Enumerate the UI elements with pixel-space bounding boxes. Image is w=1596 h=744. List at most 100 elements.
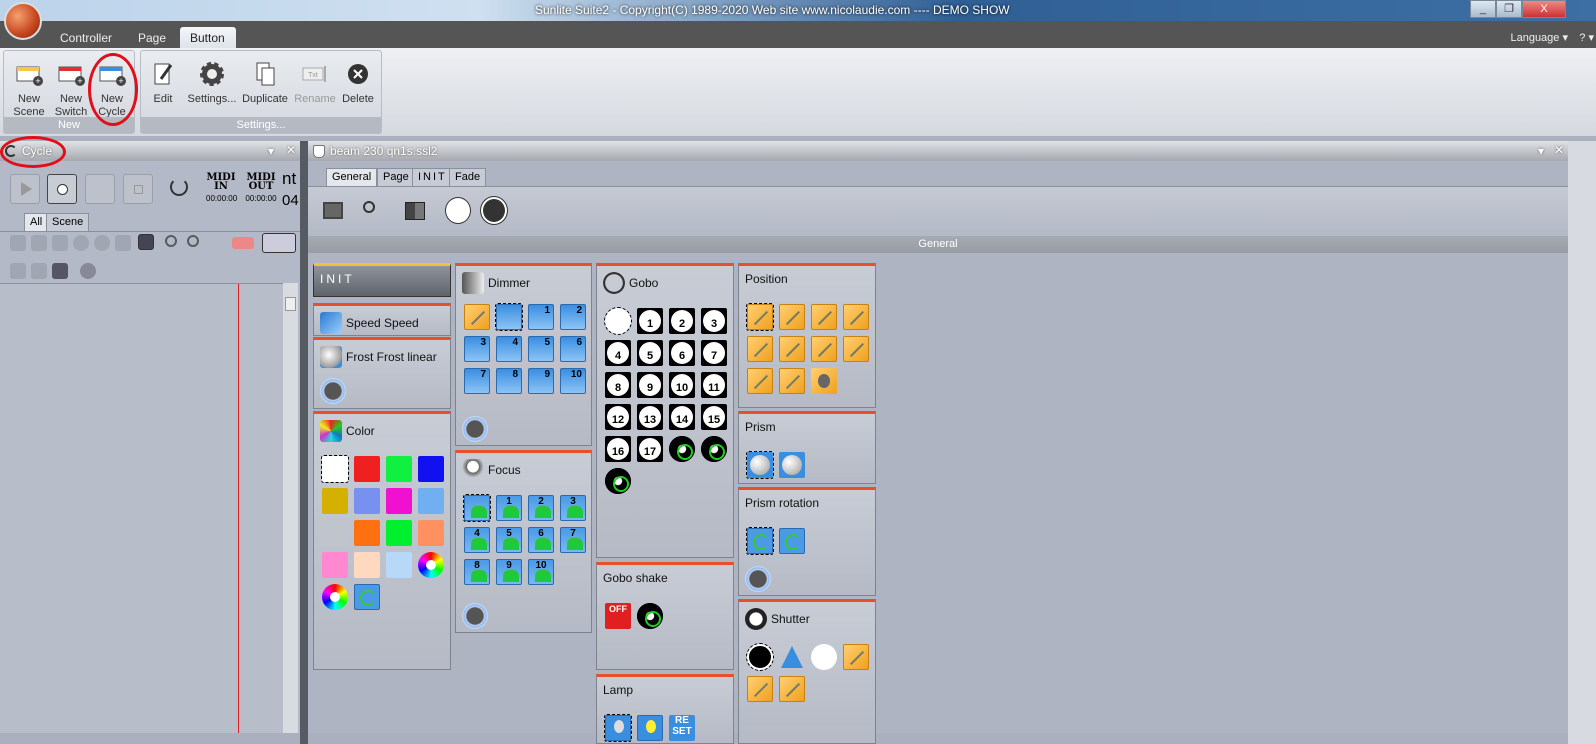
fade-knob[interactable] — [320, 378, 346, 404]
focus-preset-button[interactable]: 8 — [464, 559, 490, 585]
move-left-icon[interactable] — [10, 263, 26, 279]
language-menu[interactable]: Language ▾ — [1510, 31, 1568, 44]
gobo-preset-button[interactable]: 3 — [701, 308, 727, 334]
close-button[interactable]: X — [1522, 0, 1566, 18]
app-logo-button[interactable] — [4, 2, 42, 40]
position-preset-button[interactable] — [746, 303, 774, 331]
gobo-preset-button[interactable]: 1 — [637, 308, 663, 334]
paste-icon[interactable] — [31, 235, 47, 251]
restore-button[interactable]: ❐ — [1496, 0, 1522, 18]
color-preset-button[interactable] — [418, 520, 444, 546]
insert-icon[interactable] — [52, 263, 68, 279]
color-preset-button[interactable] — [354, 552, 380, 578]
stop-button[interactable] — [123, 174, 153, 204]
save-icon[interactable] — [115, 235, 131, 251]
position-preset-button[interactable] — [779, 368, 805, 394]
focus-preset-button[interactable]: 4 — [464, 527, 490, 553]
search-icon[interactable] — [363, 201, 375, 213]
position-preset-button[interactable] — [811, 368, 837, 394]
dimmer-preset-button[interactable]: 9 — [528, 368, 554, 394]
focus-preset-button[interactable]: 3 — [560, 495, 586, 521]
color-preset-button[interactable] — [322, 488, 348, 514]
gobo-preset-button[interactable]: 15 — [701, 404, 727, 430]
cut-icon[interactable] — [52, 235, 68, 251]
position-preset-button[interactable] — [747, 368, 773, 394]
gobo-preset-button[interactable]: 7 — [701, 340, 727, 366]
dimmer-preset-button[interactable]: 4 — [496, 336, 522, 362]
color-preset-button[interactable] — [386, 520, 412, 546]
white-circle-button[interactable] — [445, 197, 471, 224]
dimmer-preset-button[interactable]: 5 — [528, 336, 554, 362]
tab-controller[interactable]: Controller — [50, 27, 122, 48]
position-preset-button[interactable] — [843, 336, 869, 362]
panel-menu-icon[interactable]: ▾ — [1538, 144, 1544, 158]
play-button[interactable] — [10, 174, 40, 204]
dimmer-preset-button[interactable]: 1 — [528, 304, 554, 330]
minimize-button[interactable]: _ — [1470, 0, 1496, 18]
cycle-timeline[interactable] — [0, 283, 283, 733]
lamp-preset-button[interactable] — [604, 714, 632, 742]
gobo-preset-button[interactable]: 13 — [637, 404, 663, 430]
gobo-preset-button[interactable]: 14 — [669, 404, 695, 430]
move-right-icon[interactable] — [31, 263, 47, 279]
color-preset-button[interactable] — [386, 456, 412, 482]
init-button[interactable]: INIT — [313, 263, 451, 297]
black-circle-button[interactable] — [480, 196, 508, 225]
lamp-preset-button[interactable] — [637, 715, 663, 741]
vertical-scrollbar[interactable] — [283, 283, 298, 733]
shutter-preset-button[interactable] — [747, 676, 773, 702]
color-preset-button[interactable] — [418, 488, 444, 514]
rename-button[interactable]: Txt Rename — [291, 59, 339, 106]
remove-icon[interactable] — [73, 235, 89, 251]
zoom-in-icon[interactable] — [187, 235, 199, 247]
color-preset-button[interactable] — [386, 552, 412, 578]
gobo-preset-button[interactable] — [604, 307, 632, 335]
shutter-preset-button[interactable] — [843, 644, 869, 670]
fixture-view-icon[interactable] — [323, 202, 343, 219]
tab-general[interactable]: General — [326, 168, 378, 186]
reset-icon[interactable] — [170, 178, 188, 196]
playhead-line[interactable] — [238, 284, 239, 733]
shutter-preset-button[interactable] — [779, 676, 805, 702]
color-preset-button[interactable] — [354, 520, 380, 546]
edit-button[interactable]: Edit — [141, 59, 185, 106]
gobo-preset-button[interactable]: 4 — [605, 340, 631, 366]
color-preset-button[interactable] — [354, 488, 380, 514]
focus-preset-button[interactable]: 9 — [496, 559, 522, 585]
position-preset-button[interactable] — [811, 304, 837, 330]
color-preset-button[interactable] — [418, 456, 444, 482]
stretch-icon[interactable] — [232, 237, 254, 249]
help-menu[interactable]: ? ▾ — [1579, 31, 1594, 44]
fade-knob[interactable] — [745, 566, 771, 592]
gobo-preset-button[interactable]: 6 — [669, 340, 695, 366]
color-preset-button[interactable] — [354, 456, 380, 482]
focus-preset-button[interactable]: 10 — [528, 559, 554, 585]
gobo-preset-button[interactable]: 16 — [605, 436, 631, 462]
zoom-out-icon[interactable] — [165, 235, 177, 247]
prism-preset-button[interactable] — [779, 452, 805, 478]
tab-init[interactable]: INIT — [412, 168, 453, 186]
dimmer-preset-button[interactable] — [464, 304, 490, 330]
shutter-preset-button[interactable] — [779, 644, 805, 670]
new-cycle-button[interactable]: + New Cycle — [87, 59, 137, 119]
panel-menu-icon[interactable]: ▾ — [268, 144, 274, 158]
dimmer-preset-button[interactable]: 8 — [496, 368, 522, 394]
color-preset-button[interactable] — [322, 584, 348, 610]
gobo-preset-button[interactable]: 12 — [605, 404, 631, 430]
position-preset-button[interactable] — [779, 304, 805, 330]
focus-preset-button[interactable] — [463, 494, 491, 522]
panel-close-icon[interactable]: ✕ — [1554, 143, 1564, 157]
color-preset-button[interactable] — [386, 488, 412, 514]
panel-close-icon[interactable]: ✕ — [286, 143, 296, 157]
position-preset-button[interactable] — [843, 304, 869, 330]
focus-preset-button[interactable]: 5 — [496, 527, 522, 553]
color-preset-button[interactable] — [322, 552, 348, 578]
scrollbar-thumb[interactable] — [285, 297, 296, 311]
settings-button[interactable]: Settings... — [183, 59, 241, 106]
prism-preset-button[interactable] — [746, 451, 774, 479]
gobo-shake-preset-button[interactable] — [637, 603, 663, 629]
gobo-preset-button[interactable] — [669, 436, 695, 462]
prism-rotation-preset-button[interactable] — [746, 527, 774, 555]
gobo-preset-button[interactable]: 10 — [669, 372, 695, 398]
record-button[interactable] — [47, 174, 77, 204]
